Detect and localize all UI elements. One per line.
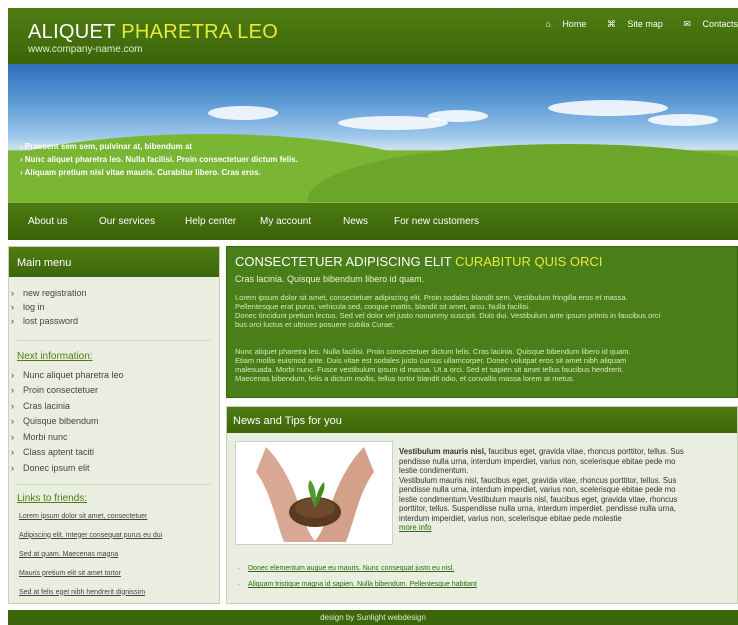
friends-title: Links to friends: <box>17 492 88 504</box>
top-links: ⌂ Home ⌘ Site map ✉ Contacts <box>527 19 738 30</box>
nav-our-services[interactable]: Our services <box>99 216 155 227</box>
nav-news[interactable]: News <box>343 216 368 227</box>
arrow-right-icon: → <box>235 565 242 572</box>
next-item[interactable]: › Nunc aliquet pharetra leo <box>9 367 219 383</box>
chevron-right-icon: › <box>11 400 14 411</box>
news-link[interactable]: → Donec elementum augue eu mauris. Nunc c… <box>235 565 454 572</box>
divider <box>17 340 211 341</box>
home-link-label: Home <box>562 19 587 29</box>
feature-box: CONSECTETUER ADIPISCING ELIT CURABITUR Q… <box>226 246 738 398</box>
nav-about-us[interactable]: About us <box>28 216 67 227</box>
nav-for-new-customers[interactable]: For new customers <box>394 216 479 227</box>
news-title: News and Tips for you <box>227 407 737 433</box>
contacts-link-label: Contacts <box>702 19 738 29</box>
news-link[interactable]: → Aliquam tristique magna id sapien. Null… <box>235 581 477 588</box>
next-item[interactable]: › Morbi nunc <box>9 429 219 445</box>
friend-link[interactable]: Adipiscing elit. Integer consequat purus… <box>9 526 219 545</box>
next-item[interactable]: › Cras lacinia <box>9 398 219 414</box>
banner-bullet: › Praesent sem sem, pulvinar at, bibendu… <box>20 142 193 151</box>
menu-item-log-in[interactable]: › log in <box>9 300 219 314</box>
main-menu-list: › new registration › log in › lost password <box>9 286 219 328</box>
footer: design by Sunlight webdesign <box>8 610 738 625</box>
feature-paragraph: Lorem ipsum dolor sit amet, consectetuer… <box>235 293 661 329</box>
sitemap-link-label: Site map <box>627 19 663 29</box>
more-info-link[interactable]: more info <box>399 523 432 532</box>
friends-links: Lorem ipsum dolor sit amet, consectetuer… <box>9 507 219 602</box>
next-info-title: Next information: <box>17 351 93 362</box>
menu-item-new-registration[interactable]: › new registration <box>9 286 219 300</box>
chevron-right-icon: › <box>11 316 14 326</box>
friend-link[interactable]: Sed at felis eget nibh hendrerit digniss… <box>9 583 219 602</box>
friend-link[interactable]: Lorem ipsum dolor sit amet, consectetuer <box>9 507 219 526</box>
next-item[interactable]: › Class aptent taciti <box>9 445 219 461</box>
nav-my-account[interactable]: My account <box>260 216 311 227</box>
news-article: Vestibulum mauris nisl, faucibus eget, g… <box>399 447 684 532</box>
logo-accent-text: PHARETRA LEO <box>121 21 279 43</box>
sitemap-link[interactable]: ⌘ Site map <box>598 19 663 29</box>
home-link[interactable]: ⌂ Home <box>536 19 586 29</box>
main-nav: About us Our services Help center My acc… <box>8 202 738 240</box>
news-lead: Vestibulum mauris nisl, <box>399 447 487 456</box>
next-info-list: › Nunc aliquet pharetra leo › Proin consec… <box>9 367 219 476</box>
next-item[interactable]: › Quisque bibendum <box>9 414 219 430</box>
friend-link[interactable]: Sed at quam. Maecenas magna <box>9 545 219 564</box>
hands-seedling-image <box>235 441 393 545</box>
logo-main-text: ALIQUET <box>28 21 116 43</box>
hero-banner: › Praesent sem sem, pulvinar at, bibendu… <box>8 64 738 202</box>
nav-help-center[interactable]: Help center <box>185 216 236 227</box>
next-item[interactable]: › Donec ipsum elit <box>9 460 219 476</box>
next-item[interactable]: › Proin consectetuer <box>9 383 219 399</box>
chevron-right-icon: › <box>11 462 14 473</box>
menu-item-lost-password[interactable]: › lost password <box>9 314 219 328</box>
feature-paragraph: Nunc aliquet pharetra leo. Nulla facilis… <box>235 347 631 383</box>
chevron-right-icon: › <box>11 369 14 380</box>
chevron-right-icon: › <box>11 302 14 312</box>
header: ALIQUET PHARETRA LEO www.company-name.co… <box>8 8 738 64</box>
chevron-right-icon: › <box>11 385 14 396</box>
feature-title: CONSECTETUER ADIPISCING ELIT CURABITUR Q… <box>235 254 603 269</box>
chevron-right-icon: › <box>11 288 14 298</box>
news-section: News and Tips for you Vestibulum mauris … <box>226 406 738 604</box>
banner-bullet: › Aliquam pretium nisl vitae mauris. Cur… <box>20 168 261 177</box>
contacts-link[interactable]: ✉ Contacts <box>674 19 738 29</box>
feature-subtitle: Cras lacinia. Quisque bibendum libero id… <box>235 274 425 284</box>
chevron-right-icon: › <box>11 416 14 427</box>
divider <box>17 483 211 485</box>
main-menu-title: Main menu <box>9 247 219 277</box>
banner-bullets: › Praesent sem sem, pulvinar at, bibendu… <box>20 140 298 179</box>
sitemap-icon: ⌘ <box>606 19 616 29</box>
arrow-right-icon: → <box>235 581 242 588</box>
site-url: www.company-name.com <box>28 44 143 55</box>
banner-bullet: › Nunc aliquet pharetra leo. Nulla facil… <box>20 155 298 164</box>
site-logo[interactable]: ALIQUET PHARETRA LEO <box>28 21 278 44</box>
sidebar: Main menu › new registration › log in › los… <box>8 246 220 604</box>
contacts-icon: ✉ <box>683 19 691 29</box>
chevron-right-icon: › <box>11 431 14 442</box>
home-icon: ⌂ <box>545 19 551 29</box>
friend-link[interactable]: Mauris pretium elit sit amet tortor <box>9 564 219 583</box>
chevron-right-icon: › <box>11 447 14 458</box>
